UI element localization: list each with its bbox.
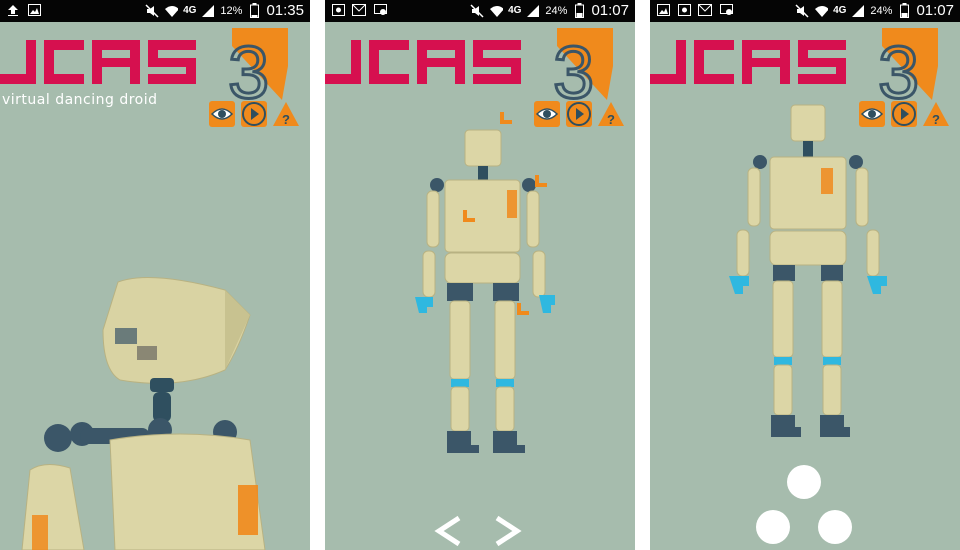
- control-dot-top[interactable]: [787, 465, 821, 499]
- battery-icon: [897, 3, 911, 18]
- battery-icon: [572, 3, 586, 18]
- play-icon[interactable]: [565, 100, 593, 128]
- network-type: 4G: [508, 5, 522, 16]
- image-notification-icon: [27, 3, 41, 17]
- wifi-icon: [814, 4, 829, 18]
- next-label: >: [491, 515, 492, 516]
- svg-text:?: ?: [932, 112, 940, 127]
- wifi-icon: [489, 4, 504, 18]
- motion-marker: [500, 112, 512, 124]
- robot-closeup-illustration: [21, 277, 266, 550]
- toolbar: ?: [533, 100, 625, 128]
- status-bar: 4G 24% 01:07: [325, 0, 635, 22]
- screen-notification-icon: [373, 3, 387, 17]
- help-icon[interactable]: ?: [597, 100, 625, 128]
- previous-arrow-button[interactable]: <: [433, 515, 465, 547]
- signal-icon: [851, 4, 865, 18]
- battery-percent: 24%: [870, 4, 893, 17]
- help-icon[interactable]: ?: [272, 100, 300, 128]
- phone-screen-1: 4G 12% 01:35 3 virtual dancing droid ?: [0, 0, 310, 550]
- mute-icon: [795, 3, 809, 18]
- phone-notification-icon: [331, 3, 345, 17]
- network-type: 4G: [183, 5, 197, 16]
- eye-icon[interactable]: [533, 100, 561, 128]
- motion-marker: [517, 303, 529, 315]
- prev-label: <: [433, 515, 434, 516]
- clock: 01:07: [591, 2, 629, 19]
- mail-icon: [698, 3, 712, 17]
- screen-notification-icon: [719, 3, 733, 17]
- eye-icon[interactable]: [208, 100, 236, 128]
- signal-icon: [526, 4, 540, 18]
- battery-icon: [247, 3, 261, 18]
- svg-text:?: ?: [607, 112, 615, 127]
- clock: 01:35: [266, 2, 304, 19]
- battery-percent: 12%: [220, 4, 243, 17]
- control-dot-right[interactable]: [818, 510, 852, 544]
- status-bar: 4G 24% 01:07: [650, 0, 960, 22]
- motion-marker: [535, 175, 547, 187]
- status-bar: 4G 12% 01:35: [0, 0, 310, 22]
- wifi-icon: [164, 4, 179, 18]
- phone-screen-2: 4G 24% 01:07 3 ? < >: [325, 0, 635, 550]
- phone-screen-3: 4G 24% 01:07 3 ?: [650, 0, 960, 550]
- clock: 01:07: [916, 2, 954, 19]
- svg-text:?: ?: [282, 112, 290, 127]
- play-icon[interactable]: [240, 100, 268, 128]
- upload-icon: [6, 3, 20, 17]
- battery-percent: 24%: [545, 4, 568, 17]
- network-type: 4G: [833, 5, 847, 16]
- mute-icon: [470, 3, 484, 18]
- signal-icon: [201, 4, 215, 18]
- motion-marker: [463, 210, 475, 222]
- robot-fullbody-illustration: [729, 104, 887, 437]
- help-icon[interactable]: ?: [922, 100, 950, 128]
- control-dot-left[interactable]: [756, 510, 790, 544]
- image-notification-icon: [656, 3, 670, 17]
- mute-icon: [145, 3, 159, 18]
- toolbar: ?: [208, 100, 300, 128]
- next-arrow-button[interactable]: >: [491, 515, 523, 547]
- phone-notification-icon: [677, 3, 691, 17]
- mail-icon: [352, 3, 366, 17]
- app-subtitle: virtual dancing droid: [2, 92, 158, 108]
